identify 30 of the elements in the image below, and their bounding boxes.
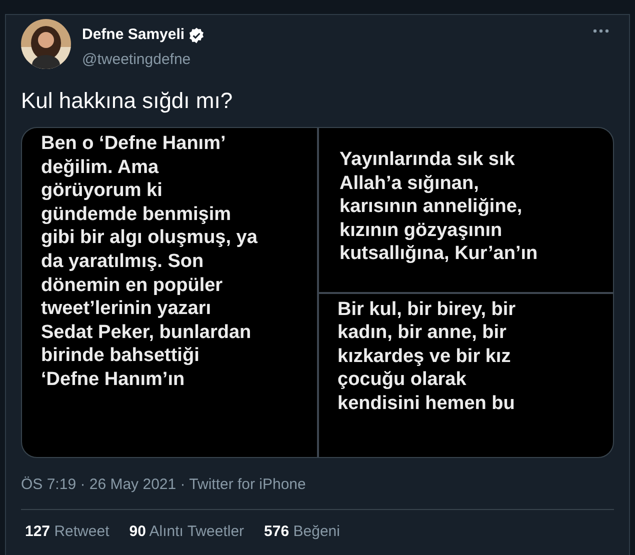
- timestamp[interactable]: ÖS 7:19 · 26 May 2021 · Twitter for iPhone: [21, 475, 614, 495]
- note-line: birinde bahsettiği: [41, 344, 200, 368]
- tweet-text: Kul hakkına sığdı mı?: [21, 87, 234, 115]
- note-line: kutsallığına, Kur’an’ın: [340, 242, 538, 266]
- note-line: çocuğu olarak: [338, 368, 466, 392]
- author-name[interactable]: Defne Samyeli: [82, 24, 185, 46]
- note-line: Bir kul, bir birey, bir: [338, 298, 516, 322]
- note-line: kızının gözyaşının: [340, 218, 502, 242]
- note-line: görüyorum ki: [41, 179, 162, 203]
- note-line: Allah’a sığınan,: [340, 172, 479, 196]
- more-icon[interactable]: [593, 29, 609, 33]
- note-line: kızkardeş ve bir kız: [338, 344, 511, 368]
- note-line: kadın, bir anne, bir: [338, 321, 506, 345]
- stat-link[interactable]: 90 Alıntı Tweetler: [129, 522, 244, 542]
- note-line: Sedat Peker, bunlardan: [41, 320, 252, 344]
- note-line: Yayınlarında sık sık: [340, 148, 515, 172]
- stat-link[interactable]: 127 Retweet: [25, 522, 110, 542]
- author-handle[interactable]: @tweetingdefne: [82, 48, 205, 71]
- image-grid[interactable]: [21, 127, 614, 458]
- note-line: kendisini hemen bu: [338, 392, 515, 416]
- stat-link[interactable]: 576 Beğeni: [264, 522, 340, 542]
- note-line: Ben o ‘Defne Hanım’: [41, 132, 226, 156]
- note-line: tweet’lerinin yazarı: [41, 297, 212, 321]
- note-line: gibi bir algı oluşmuş, ya: [41, 226, 258, 250]
- note-line: karısının anneliğine,: [340, 195, 522, 219]
- note-line: değilim. Ama: [41, 156, 159, 180]
- note-line: gündemde benmişim: [41, 202, 232, 226]
- note-line: ‘Defne Hanım’ın: [41, 368, 185, 392]
- note-line: da yaratılmış. Son: [41, 250, 204, 274]
- note-line: dönemin en popüler: [41, 274, 223, 298]
